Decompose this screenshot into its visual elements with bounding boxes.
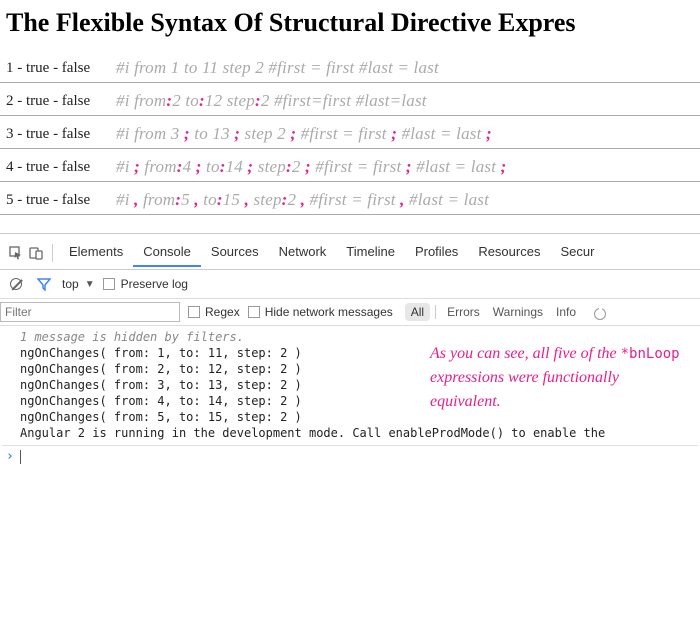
circle-icon[interactable] xyxy=(594,308,606,320)
row-expression: #i from 1 to 11 step 2 #first = first #l… xyxy=(116,58,439,78)
tab-secur[interactable]: Secur xyxy=(550,238,604,267)
prompt-caret-icon: › xyxy=(6,449,14,464)
devtools-tabbar: ElementsConsoleSourcesNetworkTimelinePro… xyxy=(0,234,700,270)
tab-divider xyxy=(52,244,53,262)
tab-network[interactable]: Network xyxy=(269,238,337,267)
console-output: 1 message is hidden by filters. ngOnChan… xyxy=(0,326,700,467)
example-row: 3 - true - false#i from 3 ; to 13 ; step… xyxy=(0,116,700,149)
regex-label: Regex xyxy=(205,305,240,319)
checkbox-icon xyxy=(188,306,200,318)
row-label: 4 - true - false xyxy=(6,159,116,176)
level-errors[interactable]: Errors xyxy=(441,303,486,321)
page-title: The Flexible Syntax Of Structural Direct… xyxy=(0,0,700,50)
preserve-log-label: Preserve log xyxy=(121,277,188,291)
checkbox-icon xyxy=(248,306,260,318)
console-prompt[interactable]: › xyxy=(2,445,698,467)
example-row: 4 - true - false#i ; from:4 ; to:14 ; st… xyxy=(0,149,700,182)
regex-checkbox[interactable]: Regex xyxy=(188,305,240,319)
log-level-filter: All ErrorsWarningsInfo xyxy=(405,303,582,321)
console-filterbar: Regex Hide network messages All ErrorsWar… xyxy=(0,299,700,326)
console-line: Angular 2 is running in the development … xyxy=(2,425,698,441)
row-expression: #i ; from:4 ; to:14 ; step:2 ; #first = … xyxy=(116,157,506,177)
handwritten-annotation: As you can see, all five of the *bnLoop … xyxy=(430,342,690,414)
devtools-panel: ElementsConsoleSourcesNetworkTimelinePro… xyxy=(0,233,700,467)
example-row: 5 - true - false#i , from:5 , to:15 , st… xyxy=(0,182,700,215)
level-divider xyxy=(435,305,436,319)
dropdown-caret-icon: ▼ xyxy=(85,279,95,290)
row-label: 2 - true - false xyxy=(6,93,116,110)
level-all[interactable]: All xyxy=(405,303,430,321)
tab-elements[interactable]: Elements xyxy=(59,238,133,267)
context-selector[interactable]: top ▼ xyxy=(62,277,95,291)
checkbox-icon xyxy=(103,278,115,290)
prompt-cursor xyxy=(20,450,21,464)
tab-console[interactable]: Console xyxy=(133,238,201,267)
level-warnings[interactable]: Warnings xyxy=(487,303,549,321)
clear-console-icon[interactable] xyxy=(6,274,26,294)
tab-resources[interactable]: Resources xyxy=(468,238,550,267)
row-expression: #i from 3 ; to 13 ; step 2 ; #first = fi… xyxy=(116,124,492,144)
tab-sources[interactable]: Sources xyxy=(201,238,269,267)
filter-input[interactable] xyxy=(0,302,180,322)
example-row: 1 - true - false#i from 1 to 11 step 2 #… xyxy=(0,50,700,83)
row-label: 5 - true - false xyxy=(6,192,116,209)
example-row: 2 - true - false#i from:2 to:12 step:2 #… xyxy=(0,83,700,116)
device-icon[interactable] xyxy=(26,243,46,263)
inspect-icon[interactable] xyxy=(6,243,26,263)
row-expression: #i , from:5 , to:15 , step:2 , #first = … xyxy=(116,190,489,210)
hide-network-label: Hide network messages xyxy=(265,305,393,319)
console-toolbar: top ▼ Preserve log xyxy=(0,270,700,299)
tab-profiles[interactable]: Profiles xyxy=(405,238,468,267)
filter-icon[interactable] xyxy=(34,274,54,294)
preserve-log-checkbox[interactable]: Preserve log xyxy=(103,277,188,291)
row-label: 1 - true - false xyxy=(6,60,116,77)
row-expression: #i from:2 to:12 step:2 #first=first #las… xyxy=(116,91,427,111)
level-info[interactable]: Info xyxy=(550,303,582,321)
tab-timeline[interactable]: Timeline xyxy=(336,238,405,267)
hide-network-checkbox[interactable]: Hide network messages xyxy=(248,305,393,319)
context-label: top xyxy=(62,277,79,291)
row-label: 3 - true - false xyxy=(6,126,116,143)
